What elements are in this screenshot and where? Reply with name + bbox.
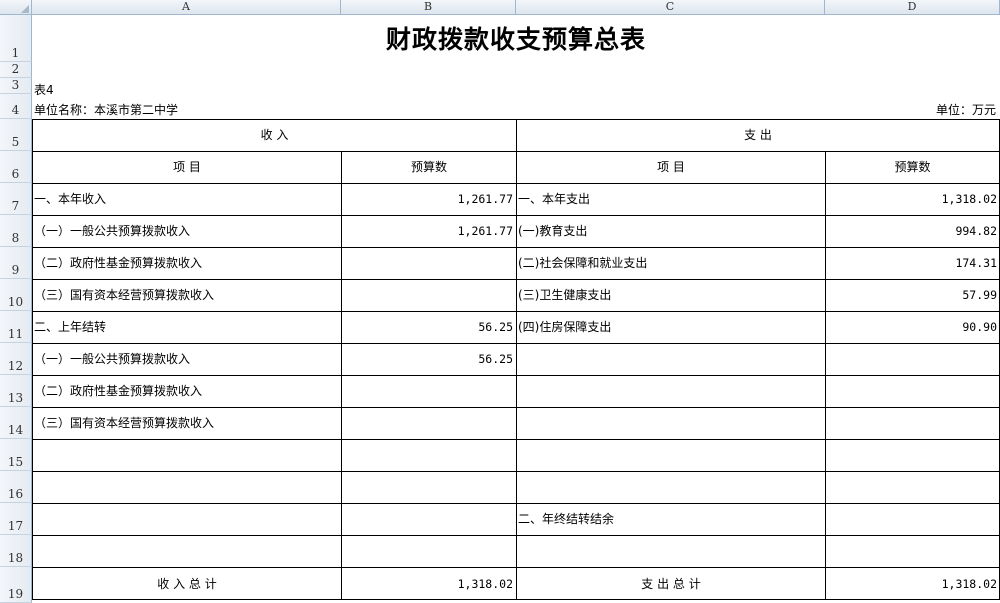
expense-total-label[interactable]: 支 出 总 计 [517, 576, 825, 592]
row-header-1[interactable]: 1 [0, 15, 32, 62]
income-item[interactable]: 二、上年结转 [34, 319, 106, 335]
income-item[interactable]: （三）国有资本经营预算拨款收入 [34, 287, 214, 303]
expense-budget-header[interactable]: 预算数 [826, 159, 999, 175]
table-row: （二）政府性基金预算拨款收入 [0, 383, 1000, 399]
expense-item[interactable]: (一)教育支出 [518, 223, 587, 239]
table-row: 一、本年收入 1,261.77 一、本年支出 1,318.02 [0, 191, 1000, 207]
table-row: （一）一般公共预算拨款收入 1,261.77 (一)教育支出 994.82 [0, 223, 1000, 239]
table-row: （三）国有资本经营预算拨款收入 [0, 415, 1000, 431]
table-row: （三）国有资本经营预算拨款收入 (三)卫生健康支出 57.99 [0, 287, 1000, 303]
income-amount[interactable]: 1,261.77 [342, 191, 513, 207]
grid-line [825, 151, 826, 600]
income-amount[interactable]: 1,261.77 [342, 223, 513, 239]
report-title: 财政拨款收支预算总表 [385, 25, 646, 54]
expense-total-value[interactable]: 1,318.02 [826, 576, 997, 592]
income-item[interactable]: （一）一般公共预算拨款收入 [34, 351, 190, 367]
row-header-6[interactable]: 6 [0, 151, 32, 183]
table-row: （二）政府性基金预算拨款收入 (二)社会保障和就业支出 174.31 [0, 255, 1000, 271]
row-header-4[interactable]: 4 [0, 94, 32, 119]
income-total-value[interactable]: 1,318.02 [342, 576, 513, 592]
income-budget-header[interactable]: 预算数 [342, 159, 516, 175]
income-item[interactable]: （二）政府性基金预算拨款收入 [34, 383, 202, 399]
expense-item[interactable]: 二、年终结转结余 [518, 511, 614, 527]
income-header[interactable]: 收 入 [33, 127, 516, 143]
table-row [0, 447, 1000, 463]
unit-name: 单位名称：本溪市第二中学 [34, 103, 179, 117]
row-header-3[interactable]: 3 [0, 78, 32, 94]
income-amount[interactable]: 56.25 [342, 319, 513, 335]
expense-amount[interactable]: 90.90 [826, 319, 997, 335]
table-row: 二、上年结转 56.25 (四)住房保障支出 90.90 [0, 319, 1000, 335]
table-row: （一）一般公共预算拨款收入 56.25 [0, 351, 1000, 367]
expense-item[interactable]: (二)社会保障和就业支出 [518, 255, 647, 271]
income-item[interactable]: （三）国有资本经营预算拨款收入 [34, 415, 214, 431]
column-header-c[interactable]: C [516, 0, 825, 15]
column-header-a[interactable]: A [32, 0, 341, 15]
column-header-b[interactable]: B [341, 0, 516, 15]
income-item[interactable]: （一）一般公共预算拨款收入 [34, 223, 190, 239]
row-header-2[interactable]: 2 [0, 62, 32, 78]
expense-item[interactable]: 一、本年支出 [518, 191, 590, 207]
expense-item-header[interactable]: 项 目 [517, 159, 825, 175]
expense-item[interactable]: (四)住房保障支出 [518, 319, 611, 335]
expense-item[interactable]: (三)卫生健康支出 [518, 287, 611, 303]
income-item[interactable]: （二）政府性基金预算拨款收入 [34, 255, 202, 271]
table-row [0, 543, 1000, 559]
income-total-label[interactable]: 收 入 总 计 [33, 576, 341, 592]
unit-label: 单位：万元 [935, 103, 996, 117]
table-row [0, 479, 1000, 495]
income-item[interactable]: 一、本年收入 [34, 191, 106, 207]
expense-amount[interactable]: 994.82 [826, 223, 997, 239]
table-number: 表4 [34, 83, 54, 97]
select-all-icon [21, 5, 29, 13]
income-amount[interactable]: 56.25 [342, 351, 513, 367]
table-row: 二、年终结转结余 [0, 511, 1000, 527]
select-all-corner[interactable] [0, 0, 32, 15]
expense-amount[interactable]: 57.99 [826, 287, 997, 303]
column-header-d[interactable]: D [825, 0, 1000, 15]
expense-amount[interactable]: 174.31 [826, 255, 997, 271]
expense-header[interactable]: 支 出 [517, 127, 999, 143]
totals-row: 收 入 总 计 1,318.02 支 出 总 计 1,318.02 [0, 576, 1000, 592]
expense-amount[interactable]: 1,318.02 [826, 191, 997, 207]
grid-line [341, 151, 342, 600]
column-header-bar: A B C D [0, 0, 1000, 15]
income-item-header[interactable]: 项 目 [33, 159, 341, 175]
row-header-5[interactable]: 5 [0, 119, 32, 151]
